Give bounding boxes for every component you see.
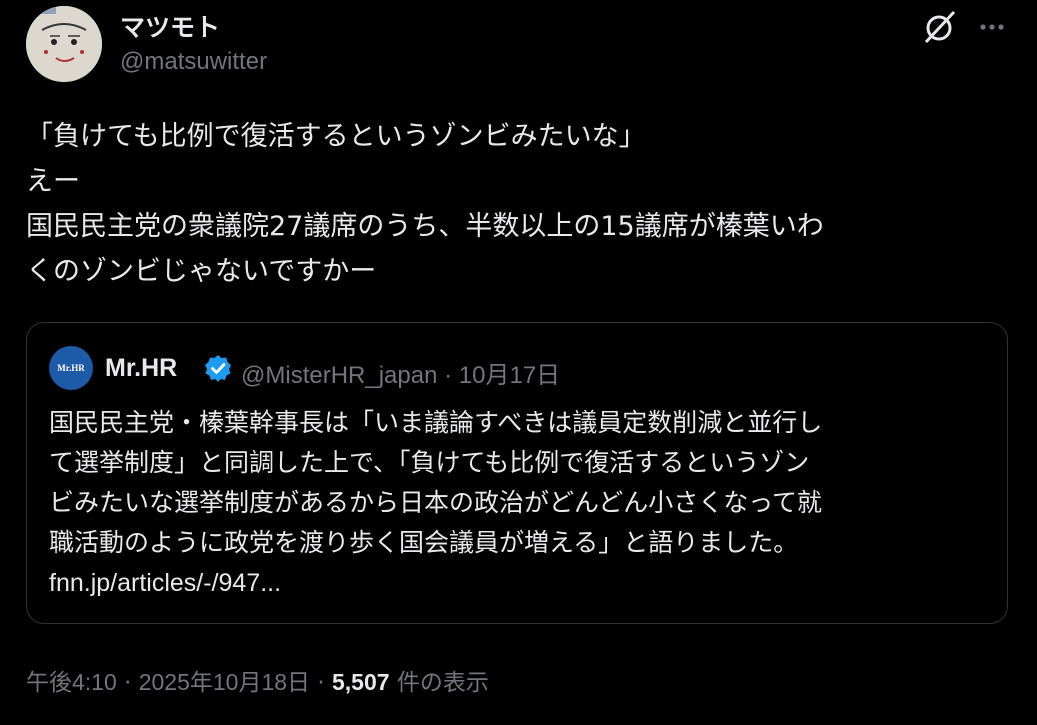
quoted-line: 国民民主党・榛葉幹事長は「いま議論すべきは議員定数削減と並行し (49, 408, 823, 437)
verified-badge-icon (203, 353, 233, 383)
post-text: 「負けても比例で復活するというゾンビみたいな」 えー 国民民主党の衆議院27議席… (26, 114, 1016, 294)
author-avatar[interactable] (26, 6, 102, 82)
quoted-text: 国民民主党・榛葉幹事長は「いま議論すべきは議員定数削減と並行し て選挙制度」と同… (49, 403, 989, 603)
post-footer: 午後4:10 · 2025年10月18日 · 5,507 件の表示 (26, 663, 489, 697)
meta-separator: · (444, 362, 453, 389)
quoted-meta: @MisterHR_japan · 10月17日 (241, 355, 560, 390)
post-line: くのゾンビじゃないですかー (26, 256, 377, 287)
author-name[interactable]: マツモト (120, 8, 220, 44)
grok-icon[interactable] (920, 8, 958, 46)
post-date[interactable]: 2025年10月18日 (139, 669, 310, 695)
quoted-post[interactable]: Mr.HR Mr.HR @MisterHR_japan · 10月17日 国民民… (26, 322, 1008, 624)
more-icon[interactable] (975, 8, 1013, 46)
quoted-line: 職活動のように政党を渡り歩く国会議員が増える」と語りました。 (49, 528, 799, 557)
author-handle[interactable]: @matsuwitter (120, 48, 267, 76)
quoted-avatar-text: Mr.HR (57, 363, 85, 373)
quoted-line: て選挙制度」と同調した上で、「負けても比例で復活するというゾン (49, 448, 810, 477)
post-line: 国民民主党の衆議院27議席のうち、半数以上の15議席が榛葉いわ (26, 211, 824, 242)
quoted-link[interactable]: fnn.jp/articles/-/947... (49, 563, 989, 603)
post-time[interactable]: 午後4:10 (26, 669, 117, 695)
quoted-author-avatar[interactable]: Mr.HR (49, 346, 93, 390)
view-count-label: 件の表示 (396, 670, 489, 696)
post-line: えー (26, 166, 80, 197)
quoted-line: ビみたいな選挙制度があるから日本の政治がどんどん小さくなって就 (49, 488, 823, 517)
post-line: 「負けても比例で復活するというゾンビみたいな」 (26, 121, 646, 152)
quoted-author-name[interactable]: Mr.HR (105, 354, 177, 383)
quoted-author-handle[interactable]: @MisterHR_japan (241, 362, 437, 389)
footer-separator: · (124, 670, 132, 696)
view-count[interactable]: 5,507 (332, 669, 390, 695)
quoted-date[interactable]: 10月17日 (459, 362, 560, 389)
footer-separator: · (317, 670, 325, 696)
